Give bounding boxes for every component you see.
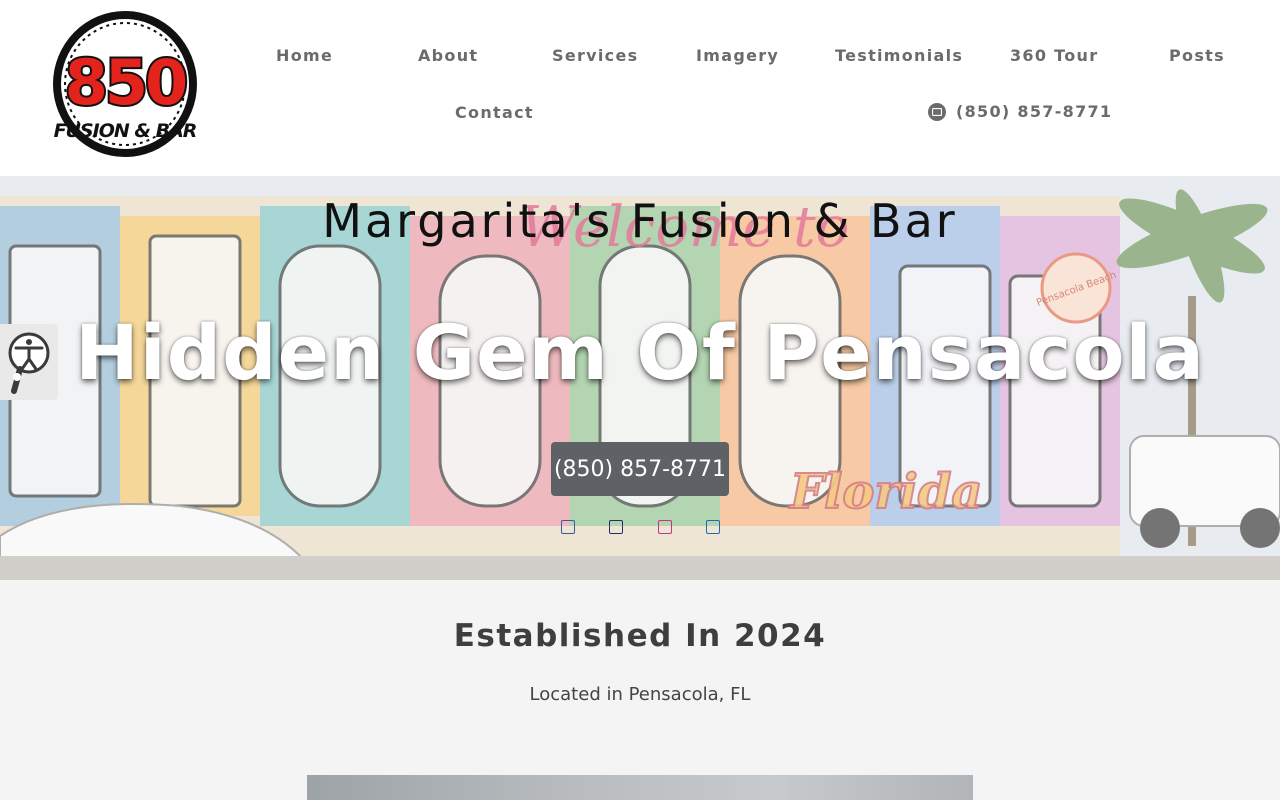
header-phone-number: (850) 857-8771 <box>956 102 1113 121</box>
header-phone-link[interactable]: (850) 857-8771 <box>928 102 1112 121</box>
instagram-icon[interactable] <box>658 520 672 534</box>
nav-360-tour[interactable]: 360 Tour <box>1010 46 1098 65</box>
nav-about[interactable]: About <box>418 46 478 65</box>
hero-title: Hidden Gem Of Pensacola <box>75 308 1205 397</box>
nav-testimonials[interactable]: Testimonials <box>835 46 963 65</box>
linkedin-icon[interactable] <box>706 520 720 534</box>
facebook-icon[interactable] <box>561 520 575 534</box>
location-text: Located in Pensacola, FL <box>529 684 751 705</box>
nav-posts[interactable]: Posts <box>1169 46 1225 65</box>
nav-services[interactable]: Services <box>552 46 638 65</box>
established-heading: Established In 2024 <box>453 618 827 654</box>
accessibility-icon <box>8 332 50 394</box>
hero-call-button[interactable]: (850) 857-8771 <box>551 442 729 496</box>
site-header: 850 FUSION & BAR Home About Services Ima… <box>0 0 1280 176</box>
logo-number: 850 <box>65 46 186 119</box>
nav-home[interactable]: Home <box>276 46 333 65</box>
content-image <box>307 775 973 800</box>
hero-subtitle: Margarita's Fusion & Bar <box>322 194 958 248</box>
nav-imagery[interactable]: Imagery <box>696 46 779 65</box>
nav-contact[interactable]: Contact <box>455 103 534 122</box>
hero-banner: Welcome to Florida Pensacola Beach Marga… <box>0 176 1280 580</box>
phone-icon <box>928 102 946 121</box>
logo-text: FUSION & BAR <box>54 120 197 142</box>
site-logo[interactable]: 850 FUSION & BAR <box>50 8 200 160</box>
accessibility-widget-button[interactable] <box>0 324 58 400</box>
logo-graphic: 850 FUSION & BAR <box>53 11 198 157</box>
twitter-icon[interactable] <box>609 520 623 534</box>
